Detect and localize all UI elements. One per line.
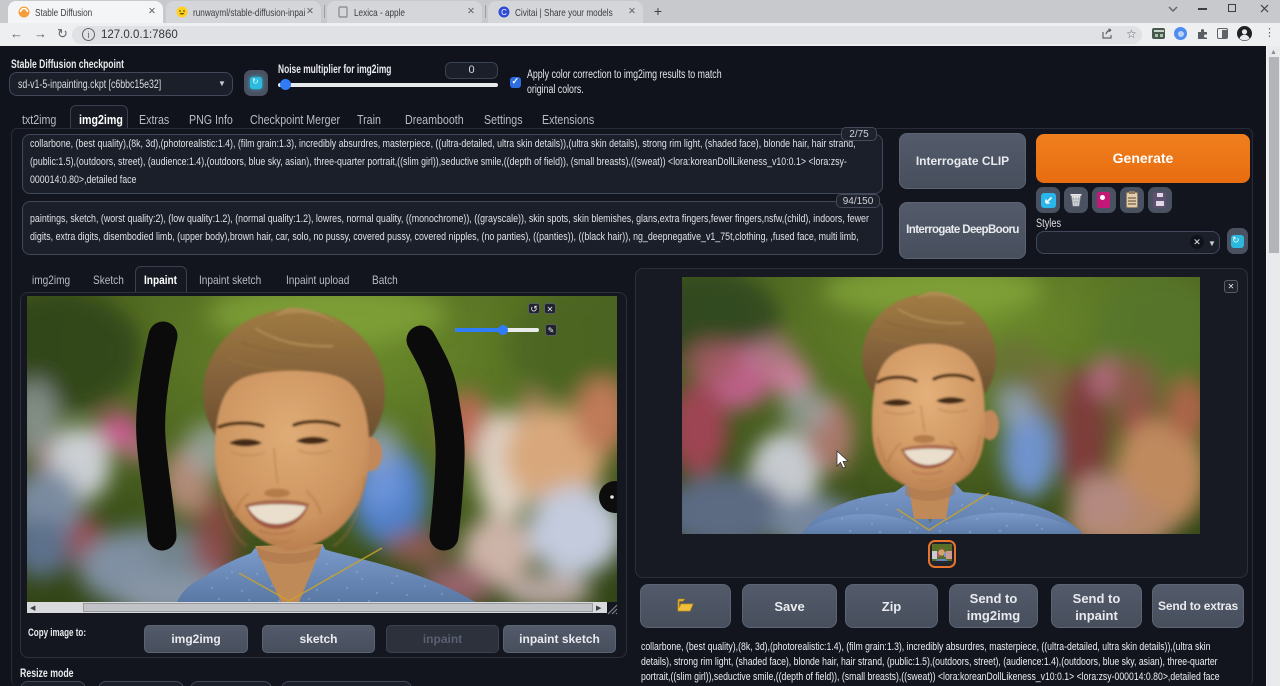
- svg-text:C: C: [501, 8, 507, 17]
